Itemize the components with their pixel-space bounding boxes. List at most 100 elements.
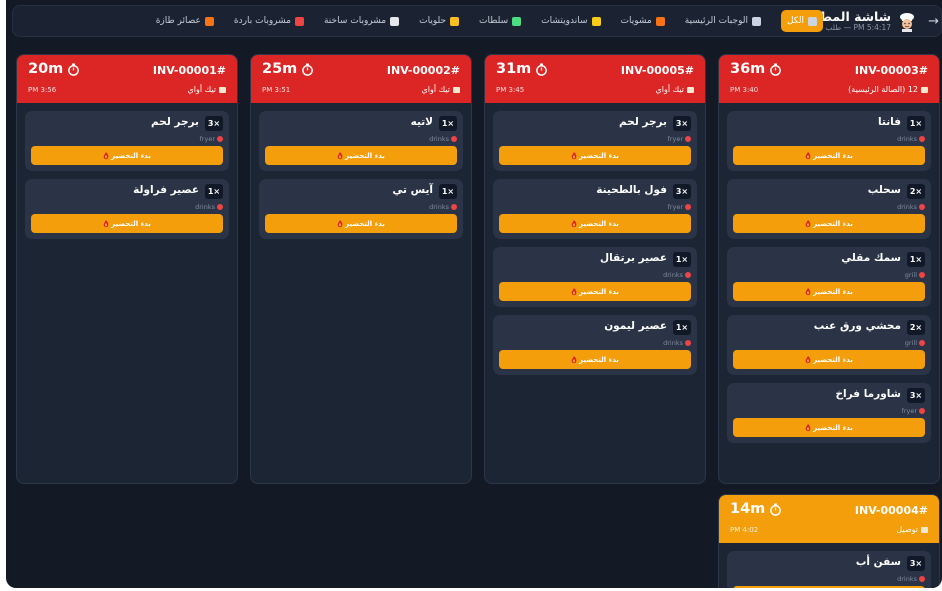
flame-icon bbox=[805, 423, 811, 431]
tab-2[interactable]: مشويات bbox=[621, 10, 665, 32]
tab-label: الكل bbox=[786, 16, 804, 26]
item-quantity: 3× bbox=[673, 184, 691, 199]
station-label: drinks bbox=[897, 203, 917, 211]
item-quantity: 2× bbox=[907, 184, 925, 199]
order-item: 3× فول بالطحينة fryer بدء التحضير bbox=[493, 179, 697, 239]
cake-icon bbox=[450, 16, 460, 26]
order-type-icon bbox=[453, 86, 460, 93]
start-preparing-button[interactable]: بدء التحضير bbox=[733, 214, 925, 233]
flame-icon bbox=[805, 219, 811, 227]
start-preparing-button[interactable]: بدء التحضير bbox=[733, 350, 925, 369]
order-item: 3× برجر لحم fryer بدء التحضير bbox=[493, 111, 697, 171]
station-label: fryer bbox=[667, 203, 683, 211]
dish-icon bbox=[808, 16, 817, 26]
order-time: 4:02 PM bbox=[730, 526, 759, 534]
tab-6[interactable]: مشروبات ساخنة bbox=[323, 10, 400, 32]
tab-4[interactable]: سلطات bbox=[479, 10, 522, 32]
tab-8[interactable]: عصائر طازة bbox=[156, 10, 214, 32]
order-column: INV-00003# 36m 12 (الصالة الرئيسية) 3:40 PM… bbox=[718, 54, 940, 484]
tab-0[interactable]: الكل bbox=[780, 10, 823, 32]
item-quantity: 2× bbox=[907, 320, 925, 335]
order-header: INV-00005# 31m تيك أواي 3:45 PM bbox=[485, 55, 705, 103]
back-arrow-icon[interactable]: → bbox=[928, 14, 939, 29]
elapsed-timer: 20m bbox=[28, 61, 80, 77]
elapsed-timer: 36m bbox=[730, 61, 782, 77]
start-preparing-button[interactable]: بدء التحضير bbox=[265, 214, 457, 233]
station-icon bbox=[685, 340, 691, 346]
flame-icon bbox=[571, 355, 577, 363]
salad-icon bbox=[512, 16, 522, 26]
order-items: 3× برجر لحم fryer بدء التحضير 3× فول بالطحينة… bbox=[485, 103, 705, 375]
order-column: INV-00004# 14m توصيل 4:02 PM 3× سفن أب drinks ب… bbox=[718, 494, 940, 588]
tab-1[interactable]: الوجبات الرئيسية bbox=[685, 10, 761, 32]
order-type-label: تيك أواي bbox=[187, 85, 217, 94]
tab-5[interactable]: حلويات bbox=[419, 10, 460, 32]
start-preparing-button[interactable]: بدء التحضير bbox=[733, 146, 925, 165]
start-preparing-button[interactable]: بدء التحضير bbox=[265, 146, 457, 165]
order-items: 1× لاتيه drinks بدء التحضير 1× آيس تي drinks بد… bbox=[251, 103, 471, 239]
station-icon bbox=[919, 576, 925, 582]
tab-label: مشروبات ساخنة bbox=[323, 16, 387, 26]
station-icon bbox=[685, 204, 691, 210]
item-name: فانتا bbox=[878, 116, 901, 128]
order-item: 1× عصير برتقال drinks بدء التحضير bbox=[493, 247, 697, 307]
item-quantity: 3× bbox=[907, 388, 925, 403]
item-quantity: 1× bbox=[439, 116, 457, 131]
order-type: تيك أواي bbox=[187, 85, 226, 94]
item-name: سفن أب bbox=[855, 556, 901, 568]
flame-icon bbox=[337, 151, 343, 159]
order-item: 2× محشي ورق عنب grill بدء التحضير bbox=[727, 315, 931, 375]
item-quantity: 1× bbox=[673, 252, 691, 267]
flame-icon bbox=[571, 219, 577, 227]
start-preparing-button[interactable]: بدء التحضير bbox=[31, 214, 223, 233]
station-icon bbox=[919, 204, 925, 210]
station-icon bbox=[451, 136, 457, 142]
tab-7[interactable]: مشروبات باردة bbox=[234, 10, 304, 32]
item-station: grill bbox=[905, 271, 925, 279]
start-preparing-button[interactable]: بدء التحضير bbox=[499, 214, 691, 233]
sandwich-icon bbox=[591, 16, 601, 26]
tab-label: الوجبات الرئيسية bbox=[684, 16, 748, 26]
flame-icon bbox=[103, 151, 109, 159]
order-items: 3× برجر لحم fryer بدء التحضير 1× عصير فراولة d… bbox=[17, 103, 237, 239]
tab-label: مشروبات باردة bbox=[233, 16, 291, 26]
start-label: بدء التحضير bbox=[111, 151, 151, 160]
start-preparing-button[interactable]: بدء التحضير bbox=[733, 418, 925, 437]
dish-icon bbox=[751, 16, 761, 26]
item-quantity: 1× bbox=[907, 116, 925, 131]
item-name: برجر لحم bbox=[619, 116, 667, 128]
start-label: بدء التحضير bbox=[813, 151, 853, 160]
order-item: 1× سمك مقلي grill بدء التحضير bbox=[727, 247, 931, 307]
order-item: 1× آيس تي drinks بدء التحضير bbox=[259, 179, 463, 239]
start-preparing-button[interactable]: بدء التحضير bbox=[499, 282, 691, 301]
order-type: توصيل bbox=[896, 525, 928, 534]
order-column: INV-00001# 20m تيك أواي 3:56 PM 3× برجر لحم fr… bbox=[16, 54, 238, 484]
order-column: INV-00002# 25m تيك أواي 3:51 PM 1× لاتيه drink… bbox=[250, 54, 472, 484]
start-preparing-button[interactable]: بدء التحضير bbox=[499, 146, 691, 165]
item-quantity: 1× bbox=[439, 184, 457, 199]
item-station: drinks bbox=[897, 135, 925, 143]
order-time: 3:51 PM bbox=[262, 86, 291, 94]
start-label: بدء التحضير bbox=[813, 219, 853, 228]
tab-3[interactable]: ساندويتشات bbox=[541, 10, 601, 32]
order-type-icon bbox=[921, 526, 928, 533]
start-preparing-button[interactable]: بدء التحضير bbox=[733, 282, 925, 301]
order-type-icon bbox=[219, 86, 226, 93]
flame-icon bbox=[103, 219, 109, 227]
order-item: 2× سحلب drinks بدء التحضير bbox=[727, 179, 931, 239]
stopwatch-icon bbox=[770, 62, 782, 76]
start-label: بدء التحضير bbox=[345, 219, 385, 228]
start-preparing-button[interactable]: بدء التحضير bbox=[733, 586, 925, 588]
item-name: برجر لحم bbox=[151, 116, 199, 128]
item-station: fryer bbox=[902, 407, 925, 415]
start-label: بدء التحضير bbox=[813, 355, 853, 364]
tab-label: عصائر طازة bbox=[155, 16, 201, 26]
station-icon bbox=[217, 136, 223, 142]
item-name: عصير برتقال bbox=[599, 252, 667, 264]
juice-icon bbox=[204, 16, 214, 26]
elapsed-time: 20m bbox=[28, 61, 64, 77]
start-preparing-button[interactable]: بدء التحضير bbox=[499, 350, 691, 369]
start-preparing-button[interactable]: بدء التحضير bbox=[31, 146, 223, 165]
station-icon bbox=[451, 204, 457, 210]
flame-icon bbox=[571, 287, 577, 295]
